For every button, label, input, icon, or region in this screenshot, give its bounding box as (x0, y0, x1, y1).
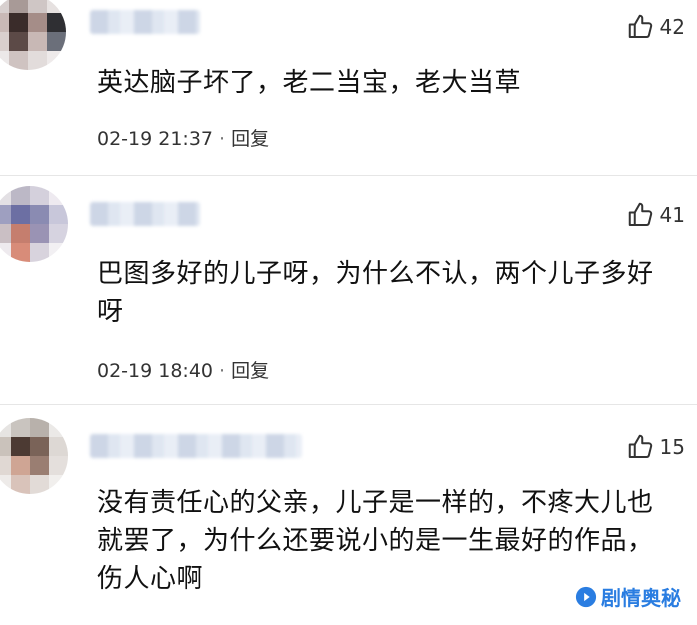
thumbs-up-icon (628, 14, 652, 38)
play-logo-icon (575, 586, 597, 607)
divider (0, 175, 697, 176)
separator-dot: · (219, 360, 226, 382)
divider (0, 404, 697, 405)
username-blurred[interactable] (90, 10, 200, 34)
comment-meta: 02-19 18:40 · 回复 (97, 356, 269, 383)
like-button[interactable]: 41 (626, 200, 685, 230)
comment-time: 02-19 18:40 (97, 360, 214, 382)
thumbs-up-icon (628, 202, 652, 226)
comment-text: 没有责任心的父亲，儿子是一样的，不疼大儿也就罢了，为什么还要说小的是一生最好的作… (97, 488, 654, 594)
thumbs-up-icon (628, 434, 652, 458)
watermark: 剧情奥秘 (575, 582, 681, 611)
avatar[interactable] (0, 418, 68, 494)
watermark-text: 剧情奥秘 (601, 586, 681, 610)
reply-button[interactable]: 回复 (231, 128, 269, 150)
like-button[interactable]: 42 (626, 12, 685, 42)
avatar[interactable] (0, 0, 66, 70)
avatar[interactable] (0, 186, 68, 262)
like-count: 41 (659, 203, 685, 227)
like-count: 42 (659, 15, 685, 39)
like-count: 15 (659, 435, 685, 459)
comment-text: 巴图多好的儿子呀，为什么不认，两个儿子多好呀 (97, 259, 654, 327)
username-blurred[interactable] (90, 202, 200, 226)
username-blurred[interactable] (90, 434, 302, 458)
separator-dot: · (219, 128, 226, 150)
like-button[interactable]: 15 (626, 432, 685, 462)
comment-meta: 02-19 21:37 · 回复 (97, 124, 269, 151)
comment-time: 02-19 21:37 (97, 128, 214, 150)
comment-text: 英达脑子坏了，老二当宝，老大当草 (97, 68, 522, 98)
reply-button[interactable]: 回复 (231, 360, 269, 382)
